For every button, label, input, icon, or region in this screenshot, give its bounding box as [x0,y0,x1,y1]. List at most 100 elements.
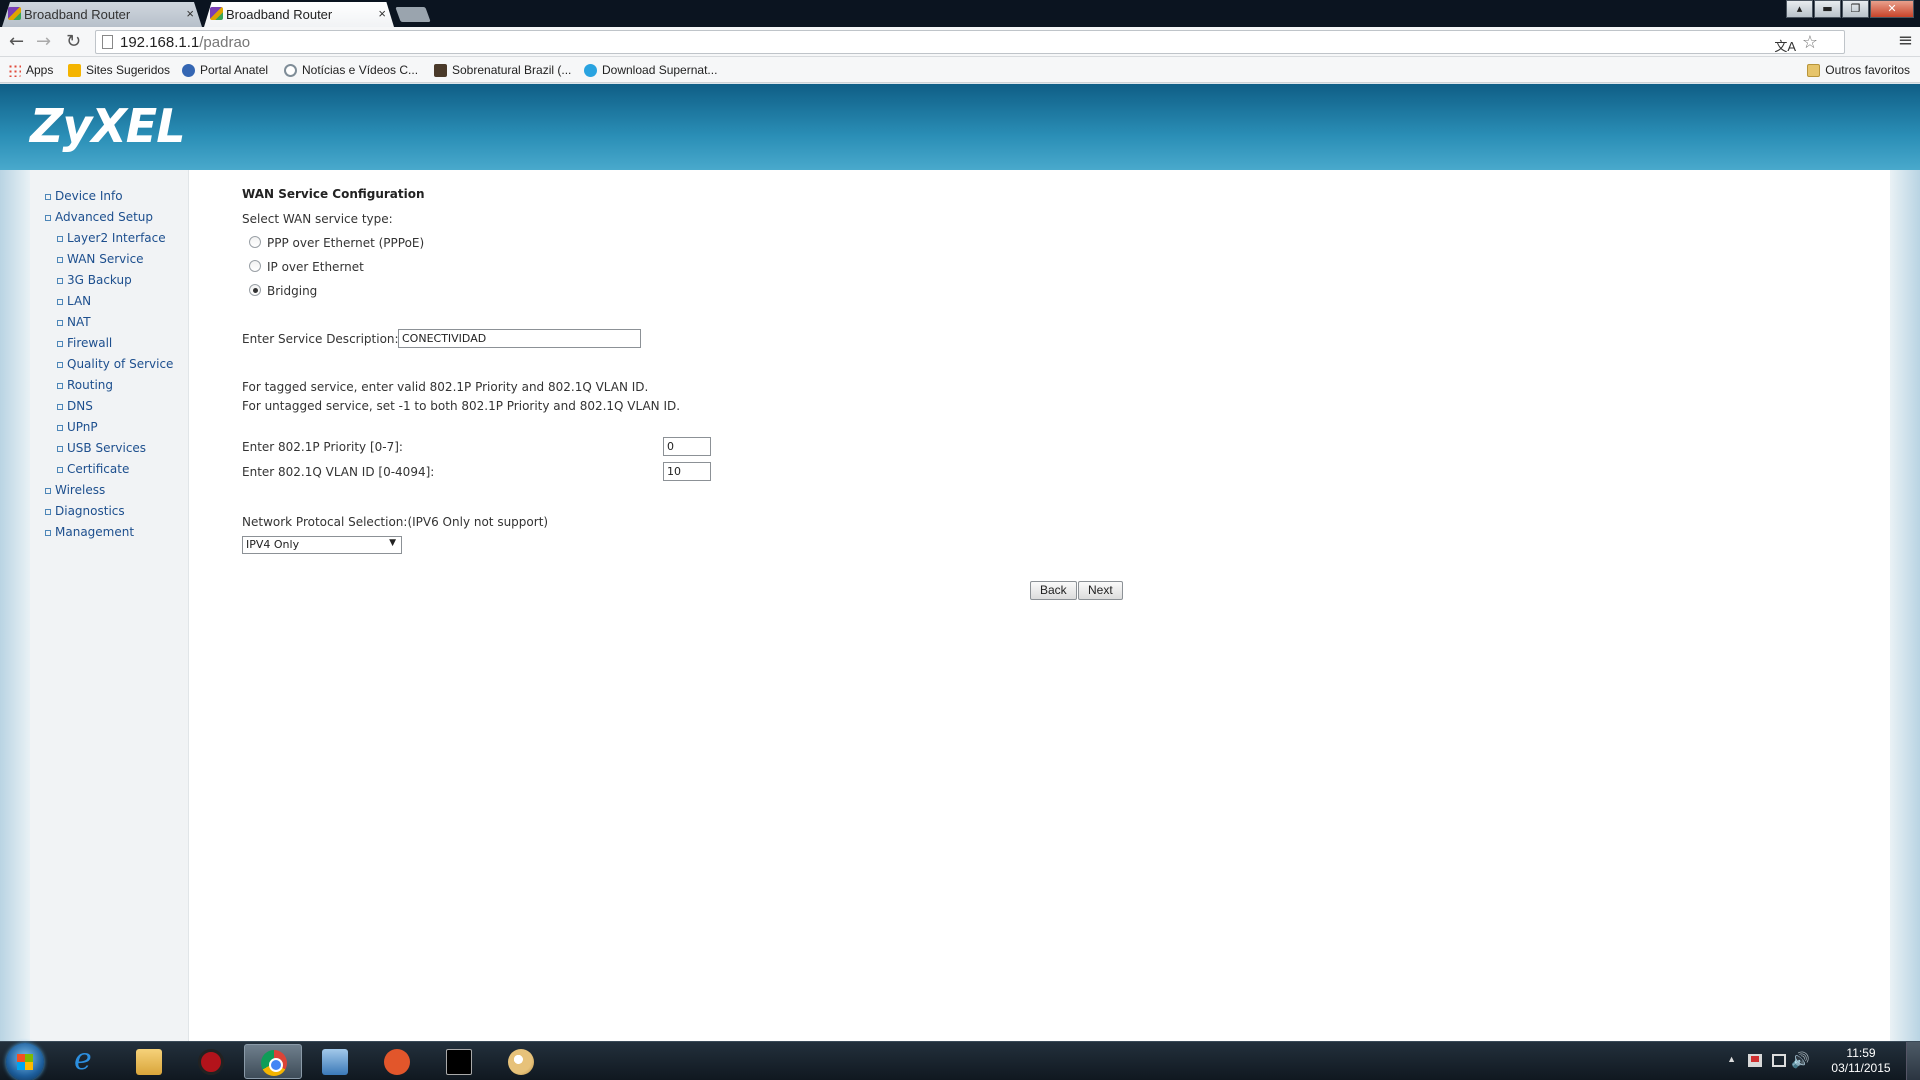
command-prompt-icon[interactable] [430,1044,488,1079]
download-icon [584,63,597,77]
start-button[interactable] [6,1043,44,1080]
sidebar-item-firewall[interactable]: Firewall [56,336,112,350]
protocol-select[interactable]: IPV4 Only ▼ [242,536,402,554]
bookmark-label: Sites Sugeridos [86,63,171,77]
file-explorer-icon[interactable] [120,1044,178,1079]
sidebar-menu: Device Info Advanced Setup Layer2 Interf… [30,170,189,1041]
bookmark-apps[interactable]: Apps [8,63,53,77]
tray-expand-icon[interactable]: ▲ [1727,1054,1736,1064]
bookmark-portal-anatel[interactable]: Portal Anatel [182,63,268,77]
windows-taskbar: e ▲ 🔊 11:59 03/11/2015 [0,1041,1920,1080]
ipoe-radio[interactable] [249,260,261,272]
folder-icon [1807,63,1821,77]
sidebar-item-quality-of-service[interactable]: Quality of Service [56,357,173,371]
zyxel-logo: ZyXEL [30,99,186,153]
paint-icon[interactable] [492,1044,550,1079]
service-description-input[interactable] [398,329,641,348]
bookmark-download[interactable]: Download Supernat... [584,63,717,77]
volume-icon[interactable]: 🔊 [1791,1051,1810,1069]
browser-tab-strip: Broadband Router × Broadband Router × ▴ … [0,0,1920,27]
bookmark-star-icon[interactable]: ☆ [1802,32,1818,53]
bookmark-label: Download Supernat... [602,63,718,77]
bookmark-noticias[interactable]: Notícias e Vídeos C... [284,63,418,77]
priority-input[interactable] [663,437,711,456]
bookmark-label: Portal Anatel [200,63,269,77]
sidebar-item-wireless[interactable]: Wireless [44,483,105,497]
bridging-radio[interactable] [249,284,261,296]
chrome-icon[interactable] [244,1044,302,1079]
sidebar-item-wan-service[interactable]: WAN Service [57,252,144,266]
router-favicon-icon [8,7,21,20]
sidebar-item-usb-services[interactable]: USB Services [56,441,146,455]
other-bookmarks-folder[interactable]: Outros favoritos [1807,63,1910,77]
router-favicon-icon [210,7,223,20]
bookmark-label: Outros favoritos [1825,63,1910,77]
browser-menu-icon[interactable]: ≡ [1898,30,1913,51]
vlan-id-label: Enter 802.1Q VLAN ID [0-4094]: [242,465,435,479]
url-text: 192.168.1.1/padrao [120,34,250,51]
restore-button[interactable]: ❐ [1842,0,1869,18]
new-tab-button[interactable] [395,7,431,22]
internet-explorer-icon[interactable]: e [58,1042,116,1079]
bridging-label: Bridging [267,284,318,298]
protocol-selected-value: IPV4 Only [246,538,300,551]
tab-close-icon[interactable]: × [186,6,194,21]
pppoe-radio[interactable] [249,236,261,248]
bookmarks-bar: Apps Sites Sugeridos Portal Anatel Notíc… [0,57,1920,83]
globe-icon [284,63,297,77]
sidebar-item-diagnostics[interactable]: Diagnostics [45,504,125,518]
ipoe-label: IP over Ethernet [267,260,364,274]
close-window-button[interactable]: ✕ [1870,0,1914,18]
page-icon [102,35,113,49]
back-button[interactable]: Back [1030,581,1077,600]
bookmark-label: Apps [26,63,54,77]
sidebar-item-certificate[interactable]: Certificate [56,462,129,476]
dropdown-arrow-icon: ▼ [389,538,396,548]
sidebar-item-dns[interactable]: DNS [57,399,93,413]
action-center-flag-icon[interactable] [1748,1054,1762,1067]
page-title: WAN Service Configuration [242,187,425,201]
clock[interactable]: 11:59 03/11/2015 [1828,1046,1894,1076]
reload-icon[interactable]: ↻ [66,32,81,52]
protocol-selection-label: Network Protocal Selection:(IPV6 Only no… [242,515,549,529]
sidebar-item-routing[interactable]: Routing [56,378,113,392]
sidebar-item-upnp[interactable]: UPnP [57,420,98,434]
tab-broadband-router-1[interactable]: Broadband Router × [2,2,202,27]
bookmark-label: Sobrenatural Brazil (... [452,63,572,77]
window-controls: ▴ ▬ ❐ ✕ [1785,0,1914,18]
forward-arrow-icon[interactable]: → [36,32,51,52]
remote-desktop-icon[interactable] [306,1044,364,1079]
sidebar-item-advanced-setup[interactable]: Advanced Setup [44,210,153,224]
vlan-id-input[interactable] [663,462,711,481]
address-bar[interactable]: 192.168.1.1/padrao 文A ☆ [95,30,1845,54]
sidebar-item-3g-backup[interactable]: 3G Backup [57,273,132,287]
sidebar-item-layer2-interface[interactable]: Layer2 Interface [57,231,166,245]
window-up-button[interactable]: ▴ [1786,0,1813,18]
minimize-button[interactable]: ▬ [1814,0,1841,18]
sidebar-item-management[interactable]: Management [44,525,134,539]
untagged-service-note: For untagged service, set -1 to both 802… [242,399,681,413]
service-description-label: Enter Service Description: [242,332,399,346]
sidebar-item-nat[interactable]: NAT [57,315,91,329]
clock-time: 11:59 [1846,1046,1876,1060]
content-panel: Device Info Advanced Setup Layer2 Interf… [30,170,1890,1041]
sidebar-item-lan[interactable]: LAN [56,294,91,308]
back-arrow-icon[interactable]: ← [9,32,24,52]
bookmark-sites-sugeridos[interactable]: Sites Sugeridos [68,63,170,77]
next-button[interactable]: Next [1078,581,1123,600]
show-desktop-button[interactable] [1906,1042,1920,1080]
ie-glyph: e [74,1042,92,1077]
tab-label: Broadband Router [24,7,131,22]
service-type-label: Select WAN service type: [242,212,393,226]
media-player-icon[interactable] [368,1044,426,1079]
tab-close-icon[interactable]: × [378,6,386,21]
bookmark-sobrenatural[interactable]: Sobrenatural Brazil (... [434,63,571,77]
system-tray: ▲ 🔊 11:59 03/11/2015 [1700,1042,1920,1080]
anatel-icon [182,63,195,77]
translate-icon[interactable]: 文A [1774,36,1796,55]
network-icon[interactable] [1772,1054,1786,1067]
sidebar-item-device-info[interactable]: Device Info [45,189,123,203]
tool-icon[interactable] [182,1044,240,1079]
tab-broadband-router-2[interactable]: Broadband Router × [204,2,394,27]
bookmark-label: Notícias e Vídeos C... [302,63,419,77]
